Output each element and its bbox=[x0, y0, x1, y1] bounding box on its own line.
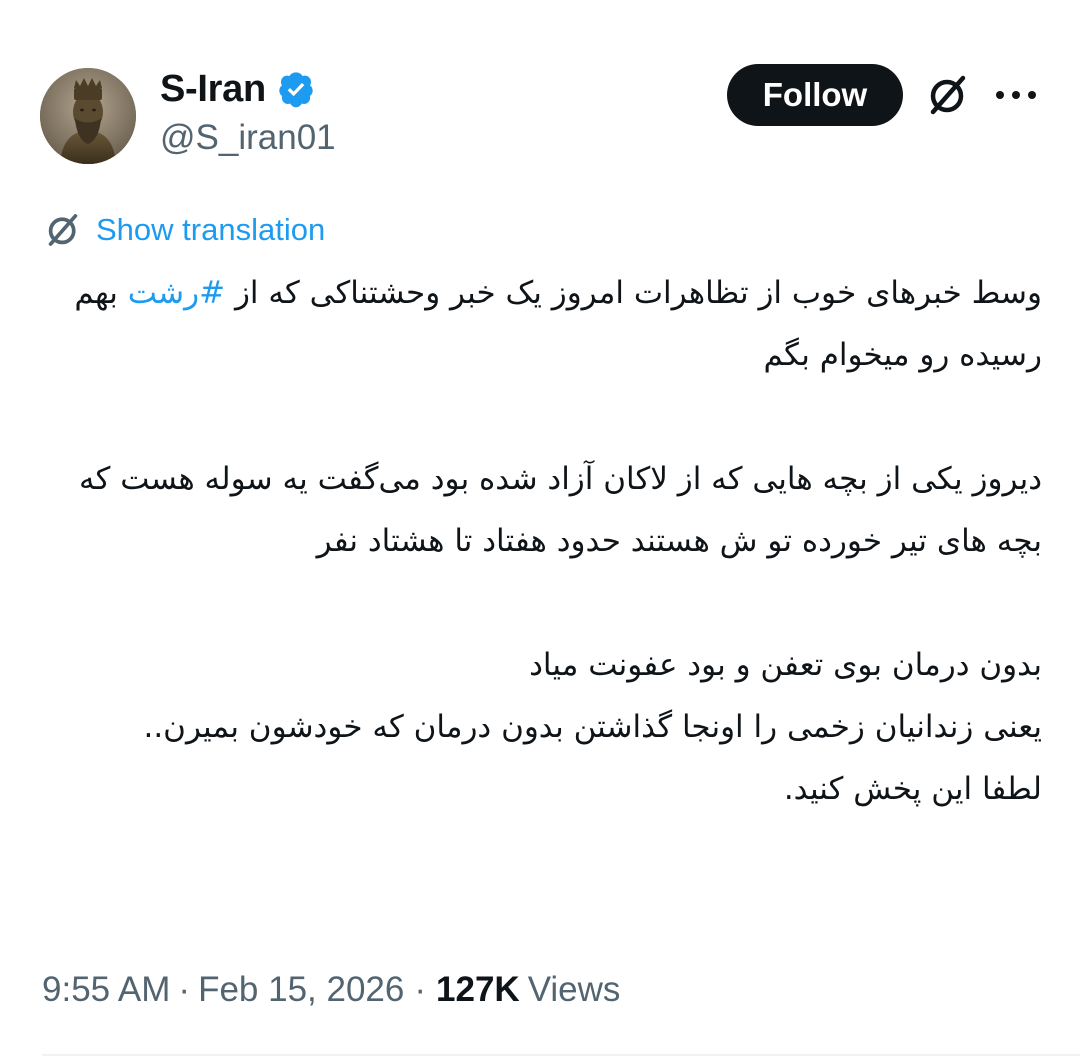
tweet-paragraph-3-line-1: بدون درمان بوی تعفن و بود عفونت میاد bbox=[529, 647, 1042, 683]
tweet-meta: 9:55 AM · Feb 15, 2026 · 127K Views bbox=[42, 962, 620, 1018]
statue-portrait-avatar bbox=[40, 68, 136, 164]
views-count[interactable]: 127K bbox=[436, 970, 520, 1010]
hashtag-link[interactable]: #رشت bbox=[128, 275, 225, 311]
divider bbox=[42, 1054, 1080, 1056]
tweet-text: وسط خبرهای خوب از تظاهرات امروز یک خبر و… bbox=[30, 262, 1042, 820]
show-translation-link[interactable]: Show translation bbox=[44, 210, 325, 250]
author-name-row: S-Iran bbox=[160, 66, 316, 112]
grok-translate-icon bbox=[44, 211, 82, 249]
meta-separator: · bbox=[414, 970, 427, 1009]
show-translation-label: Show translation bbox=[96, 212, 326, 247]
tweet-paragraph-1: وسط خبرهای خوب از تظاهرات امروز یک خبر و… bbox=[30, 262, 1042, 386]
tweet-paragraph-3-line-3: لطفا این پخش کنید. bbox=[783, 771, 1042, 807]
grok-icon[interactable] bbox=[925, 72, 971, 118]
tweet-line: وسط خبرهای خوب از تظاهرات امروز یک خبر و… bbox=[234, 275, 1042, 311]
verified-badge-icon[interactable] bbox=[276, 69, 316, 109]
views-label: Views bbox=[527, 970, 621, 1009]
avatar[interactable] bbox=[40, 68, 136, 164]
user-handle[interactable]: @S_iran01 bbox=[160, 115, 336, 161]
tweet-date[interactable]: Feb 15, 2026 bbox=[198, 970, 404, 1010]
display-name[interactable]: S-Iran bbox=[160, 66, 266, 112]
tweet-paragraph-2: دیروز یکی از بچه هایی که از لاکان آزاد ش… bbox=[79, 461, 1042, 559]
more-horizontal-icon[interactable] bbox=[994, 80, 1038, 110]
follow-button[interactable]: Follow bbox=[727, 64, 903, 126]
meta-separator: · bbox=[178, 970, 191, 1009]
tweet-paragraph-3-line-2: یعنی زندانیان زخمی را اونجا گذاشتن بدون … bbox=[143, 709, 1042, 745]
tweet-time[interactable]: 9:55 AM bbox=[42, 970, 170, 1010]
